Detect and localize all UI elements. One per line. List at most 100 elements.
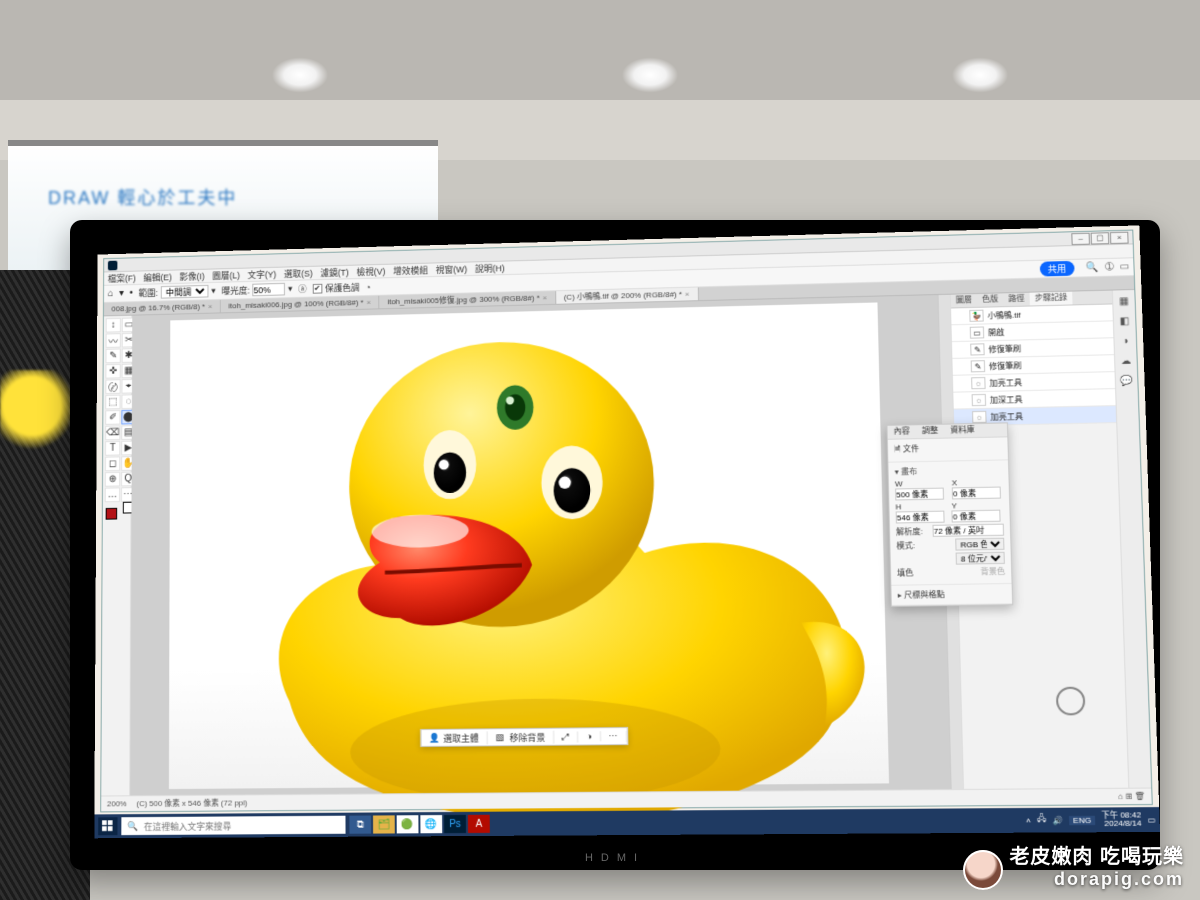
panel-tab[interactable]: 步驟記錄	[1029, 292, 1072, 306]
canvas-area[interactable]: 👤選取主體 ▧移除背景 ⤢ ◑ ⋯	[130, 295, 950, 795]
tool-button[interactable]: …	[105, 487, 120, 502]
panel-tab[interactable]: 圖層	[951, 294, 978, 307]
tab-close-icon[interactable]: ×	[543, 293, 548, 302]
edge-icon[interactable]: 🌐	[420, 815, 442, 833]
remove-bg-button[interactable]: 移除背景	[509, 730, 545, 743]
menu-item[interactable]: 編輯(E)	[143, 271, 172, 284]
contextual-task-bar[interactable]: 👤選取主體 ▧移除背景 ⤢ ◑ ⋯	[420, 727, 627, 747]
maximize-button[interactable]: ▢	[1091, 232, 1110, 244]
help-icon[interactable]: ➀	[1105, 262, 1114, 273]
menu-item[interactable]: 文字(Y)	[248, 268, 277, 281]
search-icon[interactable]: 🔍	[1086, 262, 1099, 273]
tool-button[interactable]: ⬚	[105, 395, 120, 410]
libraries-tab[interactable]: 資料庫	[944, 424, 981, 438]
tray-network-icon[interactable]: 🖧	[1037, 813, 1047, 827]
height-input[interactable]	[896, 511, 945, 524]
photoshop-taskbar-icon[interactable]: Ps	[444, 815, 466, 833]
libraries-panel-icon[interactable]: ☁	[1119, 354, 1134, 368]
tool-button[interactable]: ⌫	[105, 425, 120, 440]
select-subject-button[interactable]: 選取主體	[443, 731, 479, 744]
canvas[interactable]: 👤選取主體 ▧移除背景 ⤢ ◑ ⋯	[169, 302, 889, 789]
menu-item[interactable]: 增效模組	[393, 264, 428, 277]
tool-button[interactable]: ✜	[105, 364, 120, 379]
tray-date[interactable]: 2024/8/14	[1101, 820, 1141, 829]
swatches-panel-icon[interactable]: ◧	[1117, 314, 1132, 328]
start-button[interactable]	[98, 817, 117, 835]
bits-select[interactable]: 8 位元/色版	[956, 552, 1005, 565]
menu-item[interactable]: 影像(I)	[179, 270, 204, 283]
y-input[interactable]	[952, 510, 1001, 523]
tray-chevron-icon[interactable]: ˄	[1026, 816, 1031, 825]
adjust-tab[interactable]: 調整	[916, 425, 945, 439]
menu-item[interactable]: 檔案(F)	[108, 272, 136, 285]
transform-icon[interactable]: ⤢	[554, 731, 578, 742]
search-icon: 🔍	[127, 821, 138, 832]
tool-button[interactable]: 〰	[106, 333, 121, 348]
tool-button[interactable]: ✐	[105, 410, 120, 425]
tool-button[interactable]: 〄	[105, 379, 120, 394]
ruler-section-label: 尺標與格點	[904, 590, 945, 600]
resolution-label: 解析度:	[896, 526, 923, 537]
tab-close-icon[interactable]: ×	[366, 298, 371, 307]
adjustments-panel-icon[interactable]: ◑	[1118, 334, 1133, 348]
close-button[interactable]: ×	[1110, 231, 1129, 243]
menu-item[interactable]: 說明(H)	[475, 262, 505, 275]
brush-cursor-icon	[1056, 687, 1086, 716]
share-button[interactable]: 共用	[1039, 261, 1074, 277]
properties-tab[interactable]: 內容	[887, 425, 916, 439]
status-icon-3[interactable]: 🗑	[1135, 792, 1146, 801]
exposure-input[interactable]	[253, 283, 286, 296]
whiteboard-text: DRAW 輕心於工夫中	[48, 184, 237, 210]
exposure-label: 曝光度:	[221, 284, 249, 297]
panel-tab[interactable]: 路徑	[1003, 293, 1030, 307]
protect-tones-checkbox[interactable]: ✔	[312, 283, 322, 293]
tool-button[interactable]: ✎	[106, 349, 121, 364]
tool-button[interactable]: ◻	[105, 456, 120, 471]
status-icon-1[interactable]: ⌂	[1118, 792, 1123, 801]
tab-close-icon[interactable]: ×	[208, 302, 212, 311]
resolution-input[interactable]	[932, 524, 1004, 537]
range-label: 範圍:	[139, 286, 159, 299]
fill-label: 填色	[897, 567, 914, 578]
monitor-brand: HDMI	[585, 852, 645, 864]
panel-tab[interactable]: 色版	[977, 293, 1004, 307]
color-swatch[interactable]	[105, 503, 135, 525]
properties-panel[interactable]: 內容 調整 資料庫 🗎 文件 ▾ 畫布 W X H Y 解析度: 模式:RGB …	[886, 422, 1013, 607]
pressure-icon[interactable]: ◔	[365, 282, 370, 292]
width-input[interactable]	[895, 488, 944, 501]
photo-watermark: 老皮嫩肉 吃喝玩樂 dorapig.com	[1009, 840, 1184, 890]
tool-button[interactable]: T	[105, 441, 120, 456]
tray-notifications-icon[interactable]: ▭	[1147, 815, 1155, 824]
range-select[interactable]: 中間調	[161, 285, 209, 299]
minimize-button[interactable]: –	[1071, 232, 1090, 244]
menu-item[interactable]: 檢視(V)	[356, 265, 385, 278]
acrobat-icon[interactable]: A	[468, 815, 490, 833]
home-icon[interactable]: ⌂	[108, 288, 114, 299]
menu-item[interactable]: 濾鏡(T)	[320, 266, 348, 279]
airbrush-icon[interactable]: ⓐ	[298, 282, 307, 295]
canvas-section-label: 畫布	[901, 467, 917, 476]
comments-panel-icon[interactable]: 💬	[1119, 374, 1134, 388]
task-view-icon[interactable]: ⧉	[349, 816, 371, 834]
taskbar-search[interactable]: 🔍 在這裡輸入文字來搜尋	[121, 816, 345, 835]
workspace-icon[interactable]: ▭	[1120, 261, 1130, 272]
mode-select[interactable]: RGB 色彩	[955, 538, 1004, 551]
more-icon[interactable]: ⋯	[601, 730, 627, 741]
chrome-icon[interactable]: 🟢	[397, 815, 419, 833]
monitor: – ▢ × 檔案(F) 編輯(E) 影像(I) 圖層(L) 文字(Y) 選取(S) 濾鏡(T…	[70, 220, 1160, 870]
tool-button[interactable]: ⊕	[105, 472, 120, 487]
toolbox: ↕▭〰✂✎✱✜▦〄⌖⬚◌✐⬤⌫▤T▶◻✋⊕Q…⋯	[101, 316, 132, 796]
menu-item[interactable]: 圖層(L)	[212, 269, 240, 282]
status-icon-2[interactable]: ⊞	[1125, 792, 1132, 801]
tool-button[interactable]: ↕	[106, 318, 121, 333]
tray-language[interactable]: ENG	[1069, 815, 1096, 824]
tray-volume-icon[interactable]: 🔊	[1052, 815, 1063, 824]
color-panel-icon[interactable]: ▦	[1117, 294, 1132, 308]
adjust-icon[interactable]: ◑	[578, 731, 601, 741]
tab-close-icon[interactable]: ×	[685, 290, 690, 299]
zoom-level[interactable]: 200%	[107, 799, 127, 808]
explorer-icon[interactable]: 🗂	[373, 815, 395, 833]
menu-item[interactable]: 選取(S)	[284, 267, 313, 280]
x-input[interactable]	[952, 487, 1001, 500]
menu-item[interactable]: 視窗(W)	[436, 263, 468, 276]
